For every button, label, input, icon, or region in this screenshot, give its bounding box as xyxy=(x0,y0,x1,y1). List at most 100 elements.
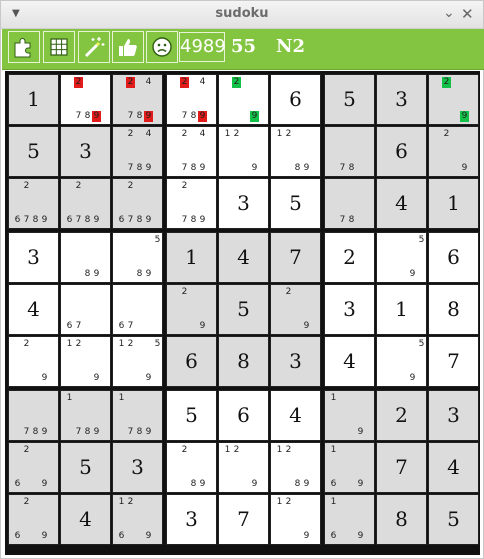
cell-r5-c2[interactable]: 67 xyxy=(60,284,111,335)
cell-r2-c4[interactable]: 2 4 789 xyxy=(166,126,217,177)
cell-r8-c1[interactable]: 2 6 9 xyxy=(8,442,59,493)
cell-r4-c4[interactable]: 1 xyxy=(166,232,217,283)
cell-r4-c1[interactable]: 3 xyxy=(8,232,59,283)
cell-r2-c8[interactable]: 6 xyxy=(376,126,427,177)
cell-r4-c3[interactable]: 5 89 xyxy=(112,232,163,283)
cell-r5-c5[interactable]: 5 xyxy=(218,284,269,335)
cell-r9-c1[interactable]: 2 6 9 xyxy=(8,494,59,545)
cell-r6-c4[interactable]: 6 xyxy=(166,336,217,387)
cell-r9-c7[interactable]: 1 6 9 xyxy=(324,494,375,545)
cell-r7-c1[interactable]: 789 xyxy=(8,390,59,441)
cell-r9-c4[interactable]: 3 xyxy=(166,494,217,545)
candidate-1: 1 xyxy=(276,129,283,139)
cell-r3-c4[interactable]: 2 789 xyxy=(166,178,217,229)
cell-r7-c9[interactable]: 3 xyxy=(428,390,479,441)
cell-r3-c1[interactable]: 2 6789 xyxy=(8,178,59,229)
candidate-8: 8 xyxy=(348,163,355,173)
cell-r8-c3[interactable]: 3 xyxy=(112,442,163,493)
cell-r7-c8[interactable]: 2 xyxy=(376,390,427,441)
cell-r1-c8[interactable]: 3 xyxy=(376,74,427,125)
grid-button[interactable] xyxy=(43,31,75,63)
cell-r6-c7[interactable]: 4 xyxy=(324,336,375,387)
cell-r6-c3[interactable]: 12 5 9 xyxy=(112,336,163,387)
cell-r8-c8[interactable]: 7 xyxy=(376,442,427,493)
cell-r4-c7[interactable]: 2 xyxy=(324,232,375,283)
cell-r9-c6[interactable]: 12 9 xyxy=(270,494,321,545)
cell-r3-c9[interactable]: 1 xyxy=(428,178,479,229)
cell-r9-c5[interactable]: 7 xyxy=(218,494,269,545)
cell-r3-c5[interactable]: 3 xyxy=(218,178,269,229)
candidate-6: 6 xyxy=(118,531,125,541)
cell-r2-c9[interactable]: 29 xyxy=(428,126,479,177)
cell-r8-c9[interactable]: 4 xyxy=(428,442,479,493)
cell-r2-c3[interactable]: 2 4 789 xyxy=(112,126,163,177)
cell-r2-c7[interactable]: 78 xyxy=(324,126,375,177)
cell-r8-c6[interactable]: 12 89 xyxy=(270,442,321,493)
cell-r2-c2[interactable]: 3 xyxy=(60,126,111,177)
cell-r1-c2[interactable]: 2 789 xyxy=(60,74,111,125)
cell-r3-c8[interactable]: 4 xyxy=(376,178,427,229)
cell-r4-c8[interactable]: 59 xyxy=(376,232,427,283)
candidate-6: 6 xyxy=(14,531,21,541)
cell-r1-c7[interactable]: 5 xyxy=(324,74,375,125)
puzzle-button[interactable] xyxy=(8,31,40,63)
candidate-9: 9 xyxy=(145,373,152,383)
candidate-9: 9 xyxy=(93,427,100,437)
candidate-7: 7 xyxy=(127,321,134,331)
cell-r6-c6[interactable]: 3 xyxy=(270,336,321,387)
cell-r5-c1[interactable]: 4 xyxy=(8,284,59,335)
cell-r7-c7[interactable]: 19 xyxy=(324,390,375,441)
cell-r5-c3[interactable]: 67 xyxy=(112,284,163,335)
cell-r7-c5[interactable]: 6 xyxy=(218,390,269,441)
minimize-icon[interactable]: ⌄ xyxy=(443,5,455,21)
cell-r4-c9[interactable]: 6 xyxy=(428,232,479,283)
candidate-9: 9 xyxy=(303,479,310,489)
cell-r5-c9[interactable]: 8 xyxy=(428,284,479,335)
cell-r2-c1[interactable]: 5 xyxy=(8,126,59,177)
cell-r1-c3[interactable]: 24 789 xyxy=(112,74,163,125)
cell-r9-c2[interactable]: 4 xyxy=(60,494,111,545)
cell-r3-c6[interactable]: 5 xyxy=(270,178,321,229)
cell-r7-c3[interactable]: 1789 xyxy=(112,390,163,441)
cell-r9-c9[interactable]: 5 xyxy=(428,494,479,545)
cell-r7-c2[interactable]: 1789 xyxy=(60,390,111,441)
magic-wand-button[interactable] xyxy=(78,31,110,63)
cell-r2-c5[interactable]: 12 9 xyxy=(218,126,269,177)
cell-r5-c8[interactable]: 1 xyxy=(376,284,427,335)
cell-r8-c2[interactable]: 5 xyxy=(60,442,111,493)
cell-r4-c2[interactable]: 89 xyxy=(60,232,111,283)
candidate-7: 7 xyxy=(23,427,30,437)
cell-r4-c5[interactable]: 4 xyxy=(218,232,269,283)
cell-r6-c1[interactable]: 29 xyxy=(8,336,59,387)
cell-r1-c5[interactable]: 29 xyxy=(218,74,269,125)
cell-r8-c5[interactable]: 12 9 xyxy=(218,442,269,493)
cell-r1-c9[interactable]: 29 xyxy=(428,74,479,125)
candidate-2: 2 xyxy=(233,129,240,139)
cell-r1-c4[interactable]: 24 789 xyxy=(166,74,217,125)
cell-r5-c6[interactable]: 29 xyxy=(270,284,321,335)
cell-r2-c6[interactable]: 12 89 xyxy=(270,126,321,177)
cell-r1-c6[interactable]: 6 xyxy=(270,74,321,125)
cell-r7-c6[interactable]: 4 xyxy=(270,390,321,441)
cell-r9-c3[interactable]: 12 6 9 xyxy=(112,494,163,545)
cell-r5-c7[interactable]: 3 xyxy=(324,284,375,335)
cell-r8-c4[interactable]: 2 89 xyxy=(166,442,217,493)
candidate-8: 8 xyxy=(136,163,143,173)
cell-r7-c4[interactable]: 5 xyxy=(166,390,217,441)
sad-face-button[interactable] xyxy=(146,31,178,63)
cell-r3-c7[interactable]: 78 xyxy=(324,178,375,229)
cell-r6-c8[interactable]: 59 xyxy=(376,336,427,387)
cell-r5-c4[interactable]: 29 xyxy=(166,284,217,335)
cell-r6-c9[interactable]: 7 xyxy=(428,336,479,387)
cell-r6-c5[interactable]: 8 xyxy=(218,336,269,387)
cell-r3-c2[interactable]: 2 6789 xyxy=(60,178,111,229)
cell-r3-c3[interactable]: 2 6789 xyxy=(112,178,163,229)
cell-r1-c1[interactable]: 1 xyxy=(8,74,59,125)
cell-r9-c8[interactable]: 8 xyxy=(376,494,427,545)
close-icon[interactable]: ✕ xyxy=(461,5,474,23)
cell-r6-c2[interactable]: 12 9 xyxy=(60,336,111,387)
cell-r4-c6[interactable]: 7 xyxy=(270,232,321,283)
cell-value: 6 xyxy=(237,403,250,427)
cell-r8-c7[interactable]: 1 6 9 xyxy=(324,442,375,493)
thumbs-up-button[interactable] xyxy=(112,31,144,63)
